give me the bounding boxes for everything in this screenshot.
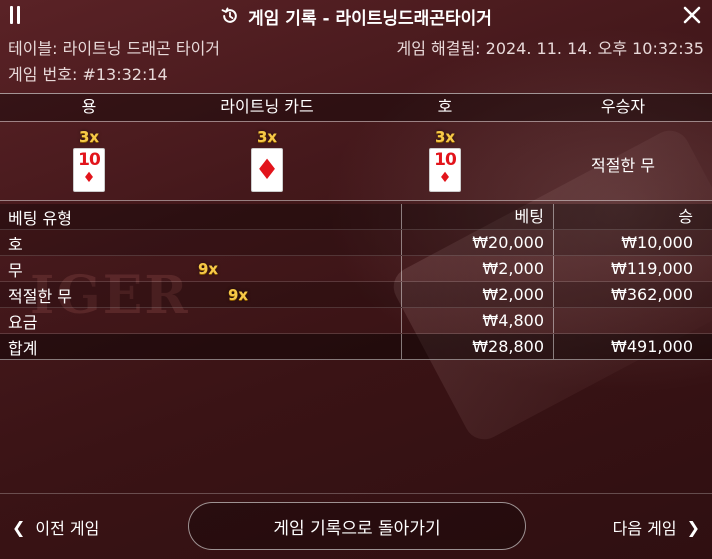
result-row: 3x 10 ♦ 3x ♦ 3x 10 ♦ 적절한 무 (0, 121, 712, 201)
column-dragon: 용 (81, 97, 97, 116)
table-row: 적절한 무 9x ₩2,000 ₩362,000 (0, 282, 712, 308)
win-amount: ₩119,000 (553, 256, 712, 281)
bet-type: 요금 (0, 308, 401, 333)
tiger-card-rank: 10 (434, 150, 457, 170)
bet-type: 적절한 무 9x (0, 282, 401, 307)
win-amount (553, 308, 712, 333)
dragon-card-rank: 10 (78, 150, 101, 170)
next-game-button[interactable]: 다음 게임 ❯ (613, 515, 700, 539)
close-icon[interactable] (682, 5, 702, 25)
total-label: 합계 (8, 338, 38, 358)
header: 게임 기록 - 라이트닝드래곤타이거 (0, 0, 712, 32)
chevron-left-icon: ❮ (12, 517, 26, 537)
header-bet-type: 베팅 유형 (8, 208, 72, 228)
table-row: 요금 ₩4,800 (0, 308, 712, 334)
bets-table: 베팅 유형 베팅 승 호 ₩20,000 ₩10,000 무 9x ₩2,000… (0, 204, 712, 360)
bet-amount: ₩2,000 (401, 282, 553, 307)
total-win: ₩491,000 (553, 334, 712, 359)
total-row: 합계 ₩28,800 ₩491,000 (0, 334, 712, 360)
bet-type-label: 호 (8, 234, 23, 254)
table-name: 테이블: 라이트닝 드래곤 타이거 (8, 39, 221, 58)
tiger-multiplier: 3x (434, 128, 456, 146)
game-number: 게임 번호: #13:32:14 (8, 65, 168, 84)
bet-amount: ₩2,000 (401, 256, 553, 281)
prev-game-label: 이전 게임 (35, 519, 100, 538)
table-row: 무 9x ₩2,000 ₩119,000 (0, 256, 712, 282)
footer-divider (0, 493, 712, 494)
header-bet: 베팅 (401, 204, 553, 229)
next-game-label: 다음 게임 (612, 519, 677, 538)
header-win: 승 (553, 204, 712, 229)
column-lightning-card: 라이트닝 카드 (220, 97, 314, 116)
history-icon (221, 7, 237, 23)
pause-icon[interactable] (8, 6, 22, 24)
bet-type: 호 (0, 230, 401, 255)
dragon-cell: 3x 10 ♦ (0, 122, 178, 200)
prev-game-button[interactable]: ❮ 이전 게임 (12, 515, 99, 539)
win-amount: ₩10,000 (553, 230, 712, 255)
result-header: 용 라이트닝 카드 호 우승자 (0, 93, 712, 121)
diamond-icon: ♦ (438, 170, 452, 186)
total-bet: ₩28,800 (401, 334, 553, 359)
winner-cell: 적절한 무 (534, 122, 712, 200)
bet-type: 무 9x (0, 256, 401, 281)
lightning-card: ♦ (251, 148, 283, 192)
table-row: 호 ₩20,000 ₩10,000 (0, 230, 712, 256)
lightning-multiplier: 3x (256, 128, 278, 146)
page-title: 게임 기록 - 라이트닝드래곤타이거 (248, 8, 492, 29)
chevron-right-icon: ❯ (686, 517, 700, 537)
game-resolved-time: 게임 해결됨: 2024. 11. 14. 오후 10:32:35 (396, 39, 704, 58)
tiger-cell: 3x 10 ♦ (356, 122, 534, 200)
diamond-icon: ♦ (82, 170, 96, 186)
column-winner: 우승자 (600, 97, 646, 116)
bet-multiplier: 9x (228, 285, 249, 304)
game-info: 테이블: 라이트닝 드래곤 타이거 게임 번호: #13:32:14 (8, 36, 220, 88)
column-tiger: 호 (437, 97, 453, 116)
bet-amount: ₩4,800 (401, 308, 553, 333)
bet-amount: ₩20,000 (401, 230, 553, 255)
title-bar: 게임 기록 - 라이트닝드래곤타이거 (220, 4, 492, 29)
bet-type-label: 무 (8, 260, 23, 280)
back-to-history-button[interactable]: 게임 기록으로 돌아가기 (188, 502, 526, 550)
win-amount: ₩362,000 (553, 282, 712, 307)
tiger-card: 10 ♦ (429, 148, 461, 192)
dragon-card: 10 ♦ (73, 148, 105, 192)
winner-value: 적절한 무 (591, 156, 655, 175)
bet-type-label: 적절한 무 (8, 286, 72, 306)
bet-type-label: 요금 (8, 312, 38, 332)
dragon-multiplier: 3x (78, 128, 100, 146)
lightning-card-cell: 3x ♦ (178, 122, 356, 200)
diamond-icon: ♦ (254, 153, 280, 186)
bet-multiplier: 9x (198, 259, 219, 278)
bets-table-header: 베팅 유형 베팅 승 (0, 204, 712, 230)
